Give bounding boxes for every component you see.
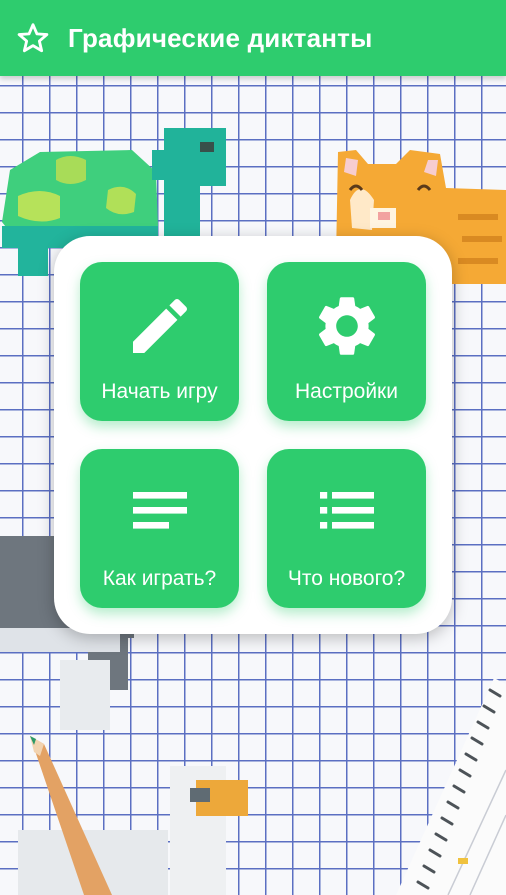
start-game-button[interactable]: Начать игру — [80, 262, 239, 421]
start-game-label: Начать игру — [101, 380, 218, 403]
main-menu-card: Начать игру Настройки Как играть? Что но… — [54, 236, 452, 634]
whats-new-label: Что нового? — [287, 567, 406, 590]
gear-icon — [318, 297, 376, 355]
text-lines-icon — [133, 492, 187, 529]
how-to-play-button[interactable]: Как играть? — [80, 449, 239, 608]
list-icon — [320, 492, 374, 529]
notebook-drawing — [396, 678, 506, 895]
how-to-play-label: Как играть? — [102, 567, 217, 590]
app-title: Графические диктанты — [68, 23, 373, 53]
settings-label: Настройки — [295, 380, 398, 403]
whats-new-button[interactable]: Что нового? — [267, 449, 426, 608]
pencil-icon — [133, 298, 188, 353]
star-outline-icon[interactable] — [16, 21, 50, 55]
app-bar: Графические диктанты — [0, 0, 506, 76]
settings-button[interactable]: Настройки — [267, 262, 426, 421]
